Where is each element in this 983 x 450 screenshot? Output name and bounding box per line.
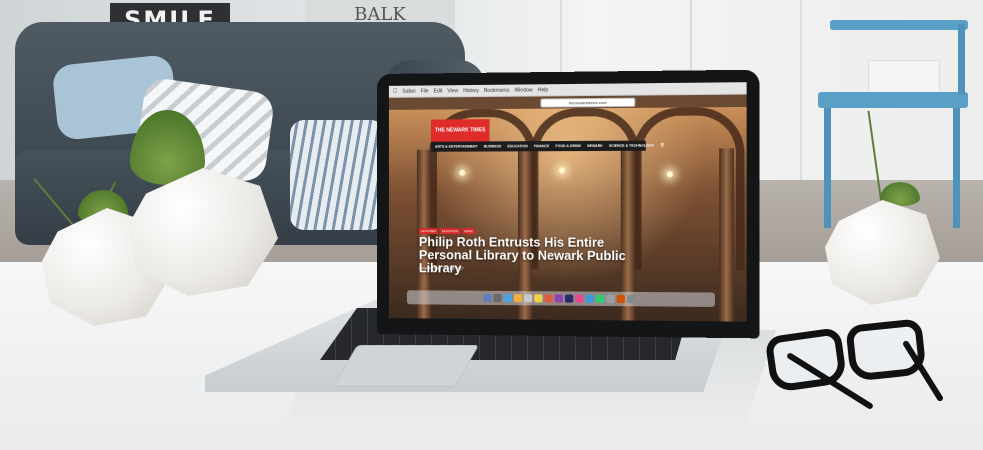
tag[interactable]: FEATURED (418, 228, 438, 235)
address-bar[interactable]: thenewarktimes.com (540, 97, 636, 108)
calendar-icon[interactable] (544, 294, 553, 303)
nav-item[interactable]: FINANCE (534, 144, 549, 148)
chair-leg (953, 108, 960, 228)
menu-item[interactable]: Safari (402, 85, 415, 97)
article-tags: FEATURED EDUCATION NEWS (418, 228, 475, 235)
mail-icon[interactable] (524, 294, 533, 303)
chair-back (830, 20, 968, 30)
eyeglasses (764, 318, 958, 411)
menu-item[interactable]: Edit (434, 85, 443, 97)
menu-item[interactable]: View (447, 85, 458, 97)
spotify-icon[interactable] (595, 294, 605, 303)
illustrator-icon[interactable] (565, 294, 574, 303)
site-nav: ARTS & ENTERTAINMENT BUSINESS EDUCATION … (430, 140, 664, 152)
chair-leg (958, 24, 965, 94)
laptop-screen:  Safari File Edit View History Bookmark… (377, 69, 760, 339)
laptop-display:  Safari File Edit View History Bookmark… (388, 82, 747, 322)
nav-item[interactable]: EDUCATION (507, 144, 527, 148)
finder-icon[interactable] (483, 293, 492, 302)
throw-blanket (290, 120, 385, 230)
glasses-lens (845, 318, 927, 382)
ceiling-lamp (558, 167, 566, 174)
ceiling-lamp (459, 169, 466, 176)
website-hero: THE NEWARK TIMES ARTS & ENTERTAINMENT BU… (388, 106, 747, 322)
trash-icon[interactable] (627, 294, 636, 304)
nav-item[interactable]: FOOD & DRINK (555, 144, 581, 148)
app-icon[interactable] (616, 294, 625, 304)
search-icon[interactable]: ⚲ (660, 142, 664, 148)
nav-item[interactable]: BUSINESS (484, 144, 502, 148)
apple-icon[interactable]:  (393, 88, 397, 94)
app-store-icon[interactable] (585, 294, 594, 303)
safari-icon[interactable] (503, 293, 512, 303)
launchpad-icon[interactable] (493, 293, 502, 303)
nav-item[interactable]: ARTS & ENTERTAINMENT (435, 144, 478, 148)
menu-item[interactable]: Bookmarks (484, 84, 509, 96)
chair-seat (818, 92, 968, 108)
stone-column (719, 148, 734, 322)
laptop-trackpad (332, 345, 480, 387)
tag[interactable]: EDUCATION (439, 228, 461, 235)
photo-scene: SMILE BALK  Safari (0, 0, 983, 450)
chair-box (868, 60, 940, 94)
site-logo[interactable]: THE NEWARK TIMES (430, 119, 490, 142)
mac-menu-bar:  Safari File Edit View History Bookmark… (388, 82, 747, 98)
mac-dock (406, 290, 715, 307)
article-byline: Newark Times · 01 Jan 2017 (418, 266, 464, 271)
notes-icon[interactable] (534, 294, 543, 303)
chair-leg (824, 108, 831, 228)
chrome-icon[interactable] (513, 294, 523, 303)
menu-item[interactable]: Window (514, 84, 532, 96)
menu-item[interactable]: File (420, 85, 428, 97)
menu-item[interactable]: History (463, 84, 479, 96)
photoshop-icon[interactable] (554, 294, 563, 303)
tag[interactable]: NEWS (462, 228, 475, 235)
indesign-icon[interactable] (575, 294, 584, 303)
ceiling-lamp (666, 171, 673, 178)
article-headline[interactable]: Philip Roth Entrusts His Entire Personal… (419, 235, 654, 277)
nav-item[interactable]: NEWARK (587, 144, 603, 148)
nav-item[interactable]: SCIENCE & TECHNOLOGY (609, 144, 654, 148)
settings-icon[interactable] (606, 294, 615, 304)
menu-item[interactable]: Help (538, 84, 549, 96)
